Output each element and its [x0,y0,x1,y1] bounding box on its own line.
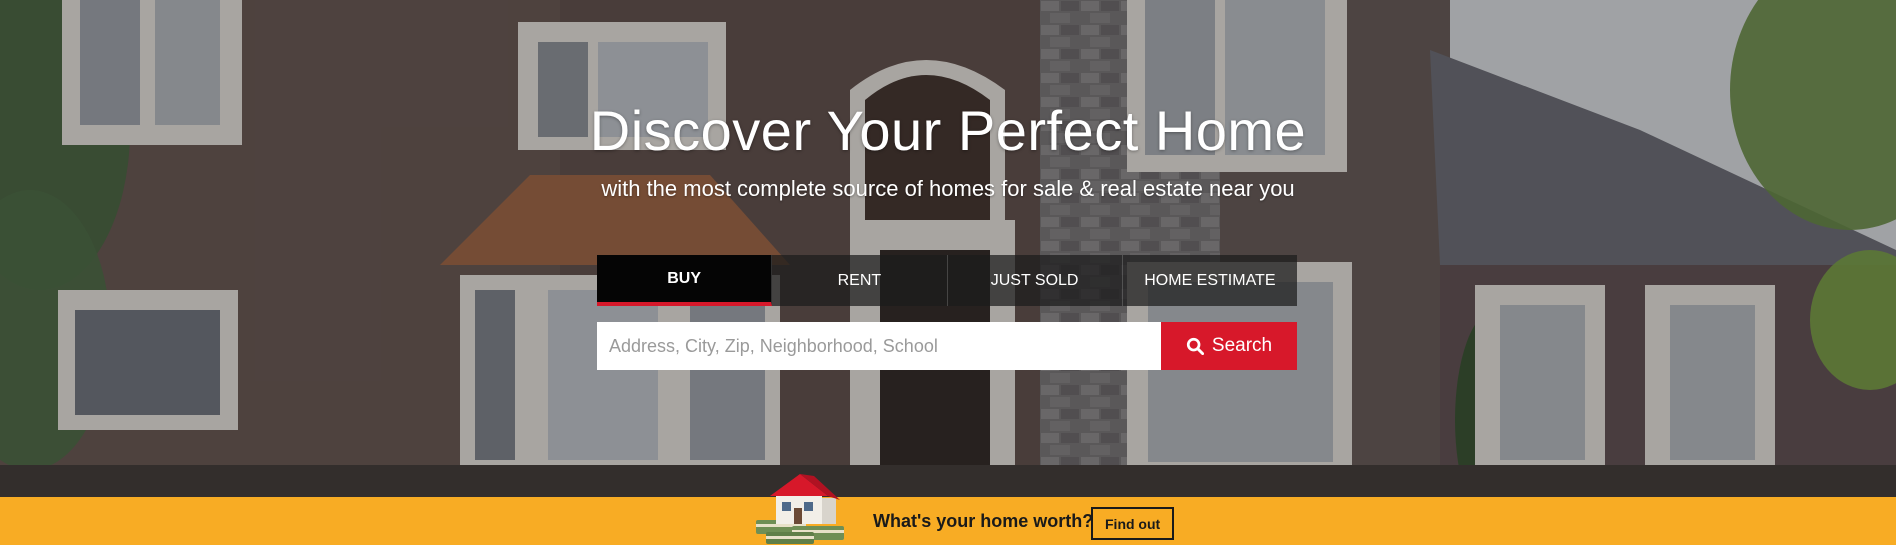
tab-just-sold[interactable]: JUST SOLD [947,255,1123,306]
hero-section: Discover Your Perfect Home with the most… [0,0,1896,497]
tab-home-estimate[interactable]: HOME ESTIMATE [1122,255,1297,306]
homepage: Discover Your Perfect Home with the most… [0,0,1896,545]
tab-buy[interactable]: BUY [597,255,773,306]
hero-overlay [0,0,1896,497]
hero-subtitle: with the most complete source of homes f… [601,176,1295,201]
search-icon [1186,337,1204,355]
house-with-money-icon [756,474,844,544]
search-button-label: Search [1211,335,1273,356]
find-out-button[interactable]: Find out [1091,507,1175,540]
home-worth-question: What's your home worth? [873,511,1094,531]
search-tabs: BUY RENT JUST SOLD HOME ESTIMATE [597,255,1297,306]
search-bar: Search [597,322,1297,370]
tab-rent[interactable]: RENT [772,255,948,306]
search-button[interactable]: Search [1161,322,1297,370]
search-input[interactable] [597,322,1161,370]
hero-title: Discover Your Perfect Home [589,99,1307,162]
